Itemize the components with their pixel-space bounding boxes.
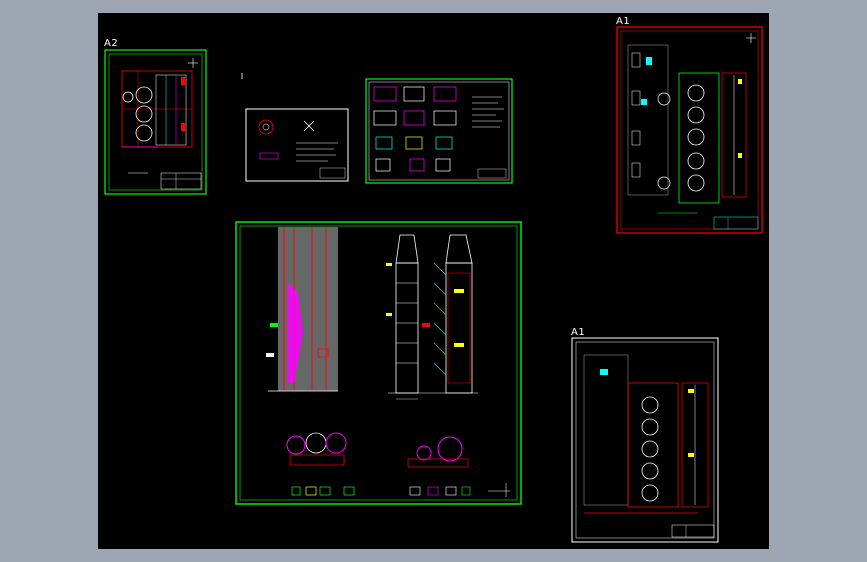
sheet-details-medium[interactable] xyxy=(365,78,513,184)
sheet-a2-label: A2 xyxy=(104,38,119,49)
sheet-a2[interactable] xyxy=(104,49,207,195)
sheet-a1-bottom-label: A1 xyxy=(571,327,586,338)
sheet-main-sections[interactable] xyxy=(235,221,522,505)
sheet-a1-bottom[interactable] xyxy=(571,337,719,543)
drawing-canvas[interactable] xyxy=(98,13,769,549)
sheet-details-small[interactable] xyxy=(245,108,349,182)
sheet-a1-top[interactable] xyxy=(616,26,763,234)
sheet-a1-top-label: A1 xyxy=(616,16,631,27)
cad-model-space[interactable]: A2 A1 A1 xyxy=(98,13,769,549)
